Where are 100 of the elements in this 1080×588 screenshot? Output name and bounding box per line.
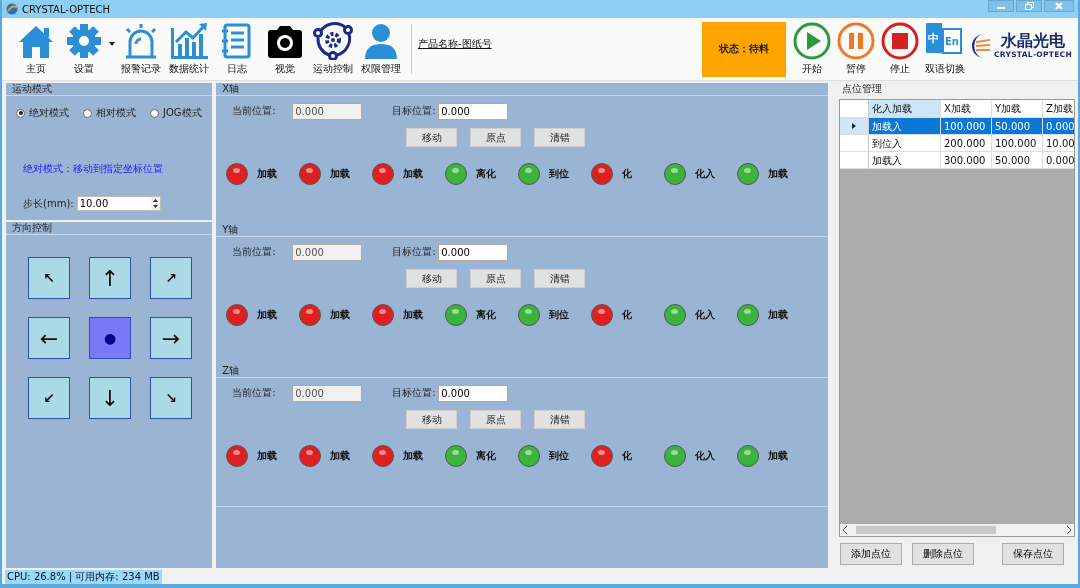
app-icon bbox=[6, 3, 18, 15]
group-title: Z轴 bbox=[216, 365, 828, 378]
gear-network-icon bbox=[312, 22, 354, 60]
table-cell: 0.000 bbox=[1043, 152, 1074, 169]
lamp-label: 加载 bbox=[768, 308, 789, 322]
control-button[interactable]: 暂停 bbox=[833, 22, 878, 76]
arrow-button[interactable]: ↑ bbox=[89, 257, 131, 299]
language-button[interactable]: 中 En 双语切换 bbox=[921, 22, 968, 76]
axis-button[interactable]: 原点 bbox=[470, 410, 522, 429]
axis-button[interactable]: 移动 bbox=[406, 410, 458, 429]
lamp-label: 化入 bbox=[695, 449, 716, 463]
lamp-label: 加载 bbox=[330, 167, 351, 181]
control-button[interactable]: 停止 bbox=[877, 22, 922, 76]
table-cell: 加载入 bbox=[869, 118, 941, 135]
lamp-label: 加载 bbox=[257, 308, 278, 322]
position-field[interactable]: 0.000 bbox=[438, 243, 509, 261]
point-button[interactable]: 删除点位 bbox=[912, 543, 974, 565]
row-header bbox=[840, 100, 869, 118]
axis-button[interactable]: 清错 bbox=[534, 269, 586, 288]
table-cell: 50.000 bbox=[992, 118, 1043, 135]
axis-button[interactable]: 移动 bbox=[406, 269, 458, 288]
status-indicator: 状态：待料 bbox=[701, 21, 786, 77]
field-label: 目标位置: bbox=[392, 245, 437, 259]
radio-option[interactable]: 绝对模式 bbox=[16, 106, 69, 120]
chart-icon bbox=[168, 22, 210, 60]
field-label: 当前位置: bbox=[232, 104, 277, 118]
lamp-label: 加载 bbox=[403, 167, 424, 181]
point-button[interactable]: 添加点位 bbox=[840, 543, 902, 565]
lamp-label: 加载 bbox=[330, 308, 351, 322]
product-link[interactable]: 产品名称-图纸号 bbox=[418, 37, 492, 51]
toolbar-button[interactable]: 数据统计 bbox=[165, 22, 213, 76]
row-pointer-icon bbox=[852, 123, 856, 129]
lamp-label: 离化 bbox=[476, 449, 497, 463]
restore-button[interactable] bbox=[1016, 0, 1042, 12]
arrow-button[interactable]: ↖ bbox=[28, 257, 70, 299]
point-button[interactable]: 保存点位 bbox=[1002, 543, 1064, 565]
radio-option[interactable]: 相对模式 bbox=[83, 106, 136, 120]
axis-button[interactable]: 移动 bbox=[406, 128, 458, 147]
position-field[interactable]: 0.000 bbox=[438, 102, 509, 120]
field-label: 步长(mm): bbox=[23, 196, 74, 211]
scroll-left-icon bbox=[842, 526, 848, 534]
table-cell: 50.000 bbox=[992, 152, 1043, 169]
position-field[interactable]: 0.000 bbox=[438, 384, 509, 402]
arrow-button[interactable]: ↓ bbox=[89, 377, 131, 419]
lamp-label: 化 bbox=[622, 449, 633, 463]
group-title: X轴 bbox=[216, 83, 828, 96]
minimize-button[interactable] bbox=[988, 0, 1014, 12]
close-button[interactable] bbox=[1044, 0, 1074, 12]
toolbar-button[interactable]: 运动控制 bbox=[309, 22, 357, 76]
field-label: 当前位置: bbox=[232, 245, 277, 259]
lamp-label: 加载 bbox=[403, 308, 424, 322]
row-header[interactable] bbox=[840, 118, 869, 135]
step-field[interactable]: 10.00 bbox=[76, 196, 161, 211]
stop-button[interactable]: ● bbox=[89, 317, 131, 359]
arrow-button[interactable]: → bbox=[150, 317, 192, 359]
toolbar-button[interactable]: 设置 bbox=[60, 22, 117, 76]
group-title: 点位管理 bbox=[841, 83, 883, 95]
arrow-button[interactable]: ↘ bbox=[150, 377, 192, 419]
lamp-label: 加载 bbox=[403, 449, 424, 463]
table-cell: 100.000 bbox=[941, 118, 992, 135]
table-cell: 200.000 bbox=[941, 135, 992, 152]
radio-option[interactable]: JOG模式 bbox=[150, 106, 202, 120]
column-header[interactable]: 化入加载 bbox=[869, 100, 941, 118]
toolbar-button[interactable]: 视觉 bbox=[261, 22, 309, 76]
table-cell: 加载入 bbox=[869, 152, 941, 169]
lamp-label: 加载 bbox=[257, 449, 278, 463]
lamp-label: 到位 bbox=[549, 449, 570, 463]
window-title: CRYSTAL-OPTECH bbox=[22, 3, 112, 15]
column-header[interactable]: Y加载 bbox=[992, 100, 1043, 118]
axis-button[interactable]: 原点 bbox=[470, 269, 522, 288]
control-button[interactable]: 开始 bbox=[789, 22, 834, 76]
axis-button[interactable]: 清错 bbox=[534, 128, 586, 147]
toolbar-button[interactable]: 报警记录 bbox=[117, 22, 165, 76]
column-header[interactable]: X加载 bbox=[941, 100, 992, 118]
table-cell: 100.000 bbox=[992, 135, 1043, 152]
lamp-label: 加载 bbox=[330, 449, 351, 463]
table-cell: 0.000 bbox=[1043, 118, 1074, 135]
mode-hint: 绝对模式：移动到指定坐标位置 bbox=[22, 162, 164, 176]
arrow-button[interactable]: ↗ bbox=[150, 257, 192, 299]
lamp-label: 加载 bbox=[768, 449, 789, 463]
field-label: 目标位置: bbox=[392, 386, 437, 400]
spinner-icon bbox=[150, 197, 160, 210]
axis-button[interactable]: 清错 bbox=[534, 410, 586, 429]
table-cell: 300.000 bbox=[941, 152, 992, 169]
horizontal-scrollbar[interactable] bbox=[840, 524, 1074, 536]
toolbar-button[interactable]: 日志 bbox=[213, 22, 261, 76]
lamp-label: 加载 bbox=[257, 167, 278, 181]
stop-icon bbox=[880, 22, 919, 60]
arrow-button[interactable]: ↙ bbox=[28, 377, 70, 419]
arrow-button[interactable]: ← bbox=[28, 317, 70, 359]
axis-button[interactable]: 原点 bbox=[470, 128, 522, 147]
field-label: 目标位置: bbox=[392, 104, 437, 118]
lamp-label: 离化 bbox=[476, 167, 497, 181]
toolbar-button[interactable]: 权限管理 bbox=[357, 22, 405, 76]
lamp-label: 到位 bbox=[549, 167, 570, 181]
group-title: 方向控制 bbox=[6, 222, 213, 235]
close-icon bbox=[1055, 2, 1063, 10]
column-header[interactable]: Z加载 bbox=[1043, 100, 1074, 118]
restore-icon bbox=[1024, 2, 1034, 10]
toolbar-button[interactable]: 主页 bbox=[12, 22, 60, 76]
